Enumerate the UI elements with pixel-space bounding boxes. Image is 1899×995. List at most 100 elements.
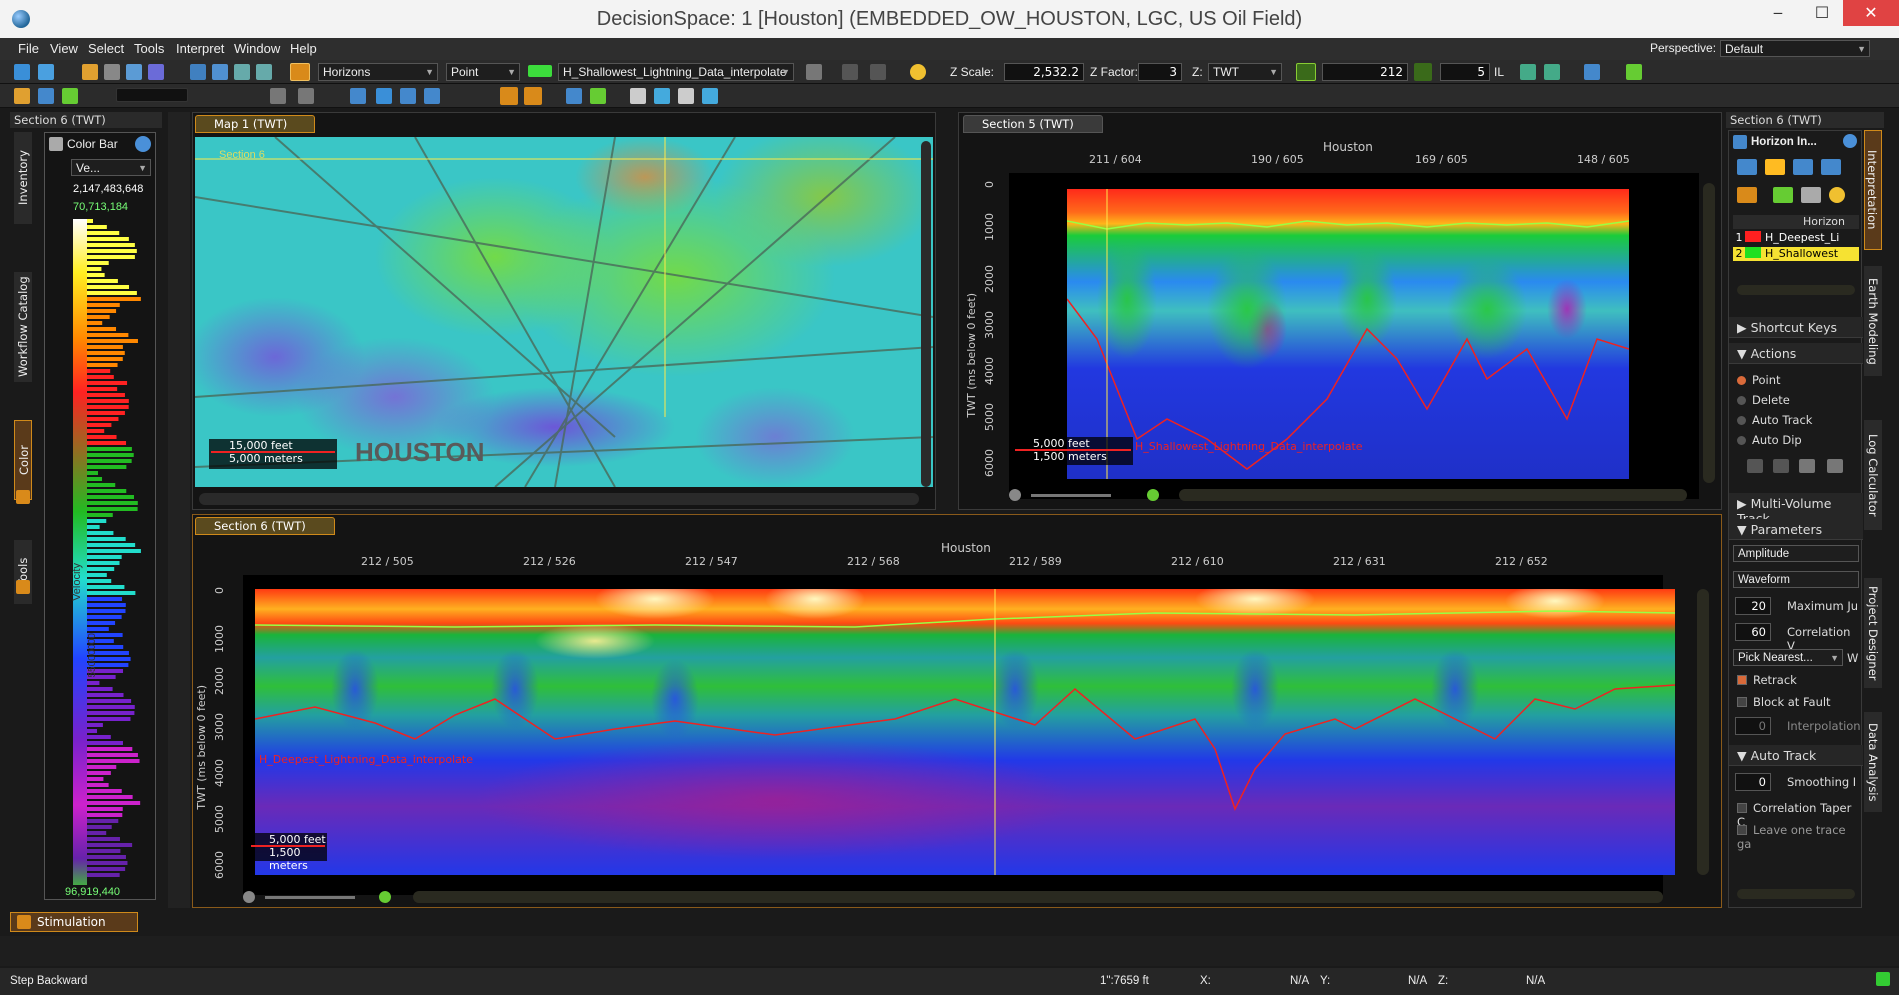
- redo-icon[interactable]: [870, 64, 886, 80]
- view-icon[interactable]: [630, 88, 646, 104]
- clear-icon[interactable]: [1799, 459, 1815, 473]
- lines-icon[interactable]: [298, 88, 314, 104]
- tab-color[interactable]: Color: [14, 420, 32, 500]
- settings-icon[interactable]: [1821, 159, 1841, 175]
- snap-icon[interactable]: [500, 87, 518, 105]
- pick-nearest-select[interactable]: Pick Nearest... ▼: [1733, 649, 1843, 666]
- well-icon[interactable]: [14, 88, 30, 104]
- leave-one-trace-checkbox[interactable]: Leave one trace ga: [1737, 823, 1861, 851]
- help-icon[interactable]: [1843, 134, 1857, 148]
- zoom-slider[interactable]: [1031, 494, 1111, 497]
- layers-icon[interactable]: [1737, 159, 1757, 175]
- perspective-select[interactable]: Default ▼: [1720, 40, 1870, 57]
- sun-icon[interactable]: [910, 64, 926, 80]
- tab-project-designer[interactable]: Project Designer: [1864, 578, 1882, 688]
- pencil-icon[interactable]: [290, 63, 310, 81]
- right-panel-hscroll[interactable]: [1737, 889, 1855, 899]
- section-parameters[interactable]: ▼ Parameters: [1729, 519, 1863, 540]
- window-icon[interactable]: [148, 64, 164, 80]
- horizon-list-scroll[interactable]: [1737, 285, 1855, 295]
- help-icon[interactable]: [135, 136, 151, 152]
- open-icon[interactable]: [38, 64, 54, 80]
- paint-icon[interactable]: [1793, 159, 1813, 175]
- zoom-slider[interactable]: [265, 896, 355, 899]
- tab-data-analysis[interactable]: Data Analysis: [1864, 712, 1882, 812]
- tab-log-calculator[interactable]: Log Calculator: [1864, 420, 1882, 530]
- tab-inventory[interactable]: Inventory: [14, 132, 32, 224]
- step-backward-icon[interactable]: [1296, 63, 1316, 81]
- horizon-row-2[interactable]: 2 H_Shallowest: [1733, 247, 1859, 261]
- camera-icon[interactable]: [1544, 64, 1560, 80]
- action-auto-dip[interactable]: Auto Dip: [1737, 433, 1802, 447]
- section-actions[interactable]: ▼ Actions: [1729, 343, 1863, 364]
- horizon-row-1[interactable]: 1 H_Deepest_Li: [1733, 231, 1859, 245]
- color-palette-icon[interactable]: [1737, 187, 1757, 203]
- zoom-out-icon[interactable]: [243, 891, 255, 903]
- s5-vscroll[interactable]: [1703, 183, 1715, 483]
- block-at-fault-checkbox[interactable]: Block at Fault: [1737, 695, 1831, 709]
- zoom-out-icon[interactable]: [1009, 489, 1021, 501]
- smoothing-input[interactable]: 0: [1735, 773, 1771, 791]
- redo-icon[interactable]: [1773, 459, 1789, 473]
- undo-icon[interactable]: [1747, 459, 1763, 473]
- max-jump-input[interactable]: 20: [1735, 597, 1771, 615]
- maximize-button[interactable]: ☐: [1800, 0, 1844, 26]
- tile-icon[interactable]: [702, 88, 718, 104]
- seismic-icon[interactable]: [38, 88, 54, 104]
- amplitude-select[interactable]: Amplitude: [1733, 545, 1859, 562]
- map-icon[interactable]: [190, 64, 206, 80]
- menu-window[interactable]: Window: [234, 41, 280, 56]
- retrack-checkbox[interactable]: Retrack: [1737, 673, 1797, 687]
- s6-vscroll[interactable]: [1697, 589, 1709, 875]
- tab-section-5[interactable]: Section 5 (TWT): [963, 115, 1103, 133]
- section-auto-track[interactable]: ▼ Auto Track: [1729, 745, 1863, 766]
- track-icon[interactable]: [524, 87, 542, 105]
- action-select[interactable]: Point ▼: [446, 63, 520, 81]
- correlation-input[interactable]: 60: [1735, 623, 1771, 641]
- pick-icon[interactable]: [400, 88, 416, 104]
- tab-tools[interactable]: Tools: [14, 540, 32, 604]
- close-button[interactable]: ✕: [1843, 0, 1899, 26]
- home-icon[interactable]: [1520, 64, 1536, 80]
- cube-icon[interactable]: [256, 64, 272, 80]
- zfactor-input[interactable]: 3: [1138, 63, 1182, 81]
- crosshair-icon[interactable]: [566, 88, 582, 104]
- layout-icon[interactable]: [654, 88, 670, 104]
- step-input[interactable]: 5: [1440, 63, 1490, 81]
- action-point[interactable]: Point: [1737, 373, 1781, 387]
- tab-section-6[interactable]: Section 6 (TWT): [195, 517, 335, 535]
- zscale-input[interactable]: 2,532.2: [1004, 63, 1084, 81]
- section5-seismic[interactable]: [1067, 189, 1629, 479]
- table-icon[interactable]: [1773, 187, 1793, 203]
- tab-interpretation[interactable]: Interpretation: [1864, 130, 1882, 250]
- grid-icon[interactable]: [104, 64, 120, 80]
- menu-tools[interactable]: Tools: [134, 41, 164, 56]
- arrow-icon[interactable]: [424, 88, 440, 104]
- object-type-select[interactable]: Horizons ▼: [318, 63, 438, 81]
- minimize-button[interactable]: ‒: [1756, 0, 1800, 26]
- action-auto-track[interactable]: Auto Track: [1737, 413, 1812, 427]
- map-canvas[interactable]: Section 6 HOUSTON 15,000 feet 5,000 mete…: [195, 137, 933, 487]
- map-hscroll[interactable]: [199, 493, 919, 505]
- tab-workflow-catalog[interactable]: Workflow Catalog: [14, 272, 32, 382]
- slice-input[interactable]: 212: [1322, 63, 1408, 81]
- new-icon[interactable]: [14, 64, 30, 80]
- tab-map-1[interactable]: Map 1 (TWT): [195, 115, 315, 133]
- section6-seismic[interactable]: [255, 589, 1675, 875]
- grid-view-icon[interactable]: [1801, 187, 1821, 203]
- menu-view[interactable]: View: [50, 41, 78, 56]
- menu-file[interactable]: File: [18, 41, 39, 56]
- menu-interpret[interactable]: Interpret: [176, 41, 224, 56]
- waveform-select[interactable]: Waveform: [1733, 571, 1859, 588]
- bookmark-icon[interactable]: [1584, 64, 1600, 80]
- z-domain-select[interactable]: TWT ▼: [1208, 63, 1282, 81]
- ruler-icon[interactable]: [270, 88, 286, 104]
- interpolation-input[interactable]: 0: [1735, 717, 1771, 735]
- triangle-icon[interactable]: [376, 88, 392, 104]
- folder-icon[interactable]: [82, 64, 98, 80]
- sun-icon[interactable]: [1829, 187, 1845, 203]
- panel-icon[interactable]: [678, 88, 694, 104]
- 3d-icon[interactable]: [234, 64, 250, 80]
- search-field[interactable]: [116, 88, 188, 102]
- menu-select[interactable]: Select: [88, 41, 124, 56]
